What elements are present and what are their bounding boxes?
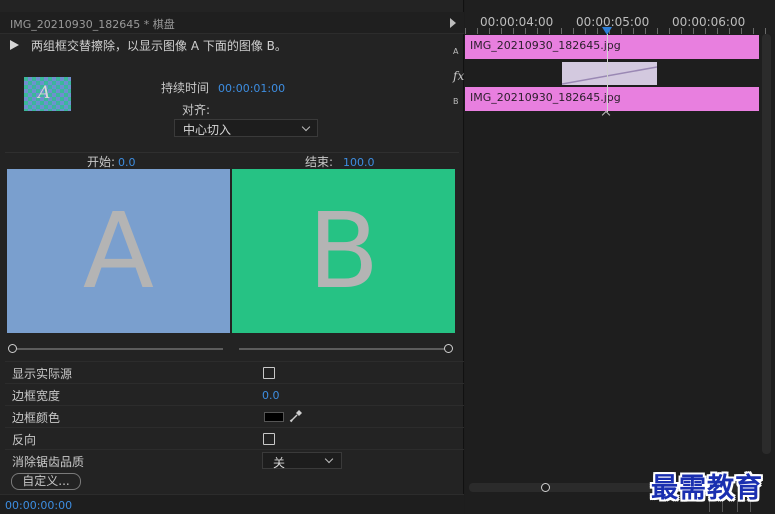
transition-ramp [562,66,657,85]
chevron-down-icon [324,454,334,464]
show-actual-sources-checkbox[interactable] [263,367,275,379]
custom-button[interactable]: 自定义... [11,473,81,490]
mini-timeline: 00:00:04:00 00:00:05:00 00:00:06:00 IMG_… [453,0,775,514]
property-row-antialias-quality: 消除锯齿品质 关 [5,449,464,471]
thumbnail-glyph: A [38,83,51,103]
border-color-swatch[interactable] [264,412,284,422]
antialias-quality-dropdown[interactable]: 关 [262,452,342,470]
play-preview-icon[interactable] [10,40,19,50]
clip-track-a[interactable]: IMG_20210930_182645.jpg [465,35,759,59]
border-color-label: 边框颜色 [12,411,61,425]
end-slider-track[interactable] [239,348,445,350]
clip-b-name: IMG_20210930_182645.jpg [470,91,621,104]
end-label: 结束: [305,155,334,169]
property-row-border-width: 边框宽度 0.0 [5,383,464,405]
antialias-quality-label: 消除锯齿品质 [12,455,85,469]
panel-menu-icon[interactable] [450,18,456,28]
clip-track-b[interactable]: IMG_20210930_182645.jpg [465,87,759,111]
transition-description-row: 两组框交替擦除，以显示图像 A 下面的图像 B。 [10,37,287,53]
ruler-label: 00:00:06:00 [672,15,746,29]
end-value[interactable]: 100.0 [343,156,375,169]
current-timecode[interactable]: 00:00:00:00 [5,499,72,512]
chevron-up-icon [601,110,611,120]
watermark-logo: 最需教育 [651,473,763,504]
preview-a: A [7,169,230,333]
start-slider-track[interactable] [17,348,223,350]
transition-thumbnail: A [24,77,71,111]
ruler-ticks [465,28,775,34]
track-a-label: A [453,47,459,56]
bottom-bar: 00:00:00:00 [0,494,464,514]
start-slider-handle[interactable] [8,344,17,353]
panel-title: IMG_20210930_182645 * 棋盘 [10,18,175,31]
vertical-scrollbar[interactable] [762,34,771,454]
property-row-show-actual-sources: 显示实际源 [5,361,464,383]
start-label: 开始: [87,155,116,169]
playhead-line[interactable] [607,34,608,112]
chevron-down-icon [301,122,311,132]
transition-description: 两组框交替擦除，以显示图像 A 下面的图像 B。 [31,38,287,53]
property-row-reverse: 反向 [5,427,464,449]
alignment-label: 对齐: [182,103,211,117]
border-width-value[interactable]: 0.0 [262,389,280,402]
reverse-checkbox[interactable] [263,433,275,445]
ruler-label: 00:00:05:00 [576,15,650,29]
time-ruler[interactable]: 00:00:04:00 00:00:05:00 00:00:06:00 [465,0,775,34]
duration-label: 持续时间 [161,81,210,95]
track-b-label: B [453,97,459,106]
show-actual-sources-label: 显示实际源 [12,367,73,381]
preview-a-letter: A [82,190,155,312]
eyedropper-icon[interactable] [289,409,303,423]
ruler-label: 00:00:04:00 [480,15,554,29]
effect-controls-panel: IMG_20210930_182645 * 棋盘 两组框交替擦除，以显示图像 A… [0,0,464,514]
reverse-label: 反向 [12,433,37,447]
end-slider-handle[interactable] [444,344,453,353]
alignment-dropdown[interactable]: 中心切入 [174,119,318,137]
start-value[interactable]: 0.0 [118,156,136,169]
alignment-value: 中心切入 [183,123,232,137]
preview-b-letter: B [307,190,380,312]
fx-icon: fx [453,69,465,83]
transition-clip[interactable] [562,62,657,85]
zoom-scroll-handle[interactable] [541,483,550,492]
duration-value[interactable]: 00:00:01:00 [218,82,285,95]
preview-b: B [232,169,455,333]
transition-properties: 显示实际源 边框宽度 0.0 边框颜色 反向 消除锯齿品质 关 [5,361,464,471]
antialias-quality-value: 关 [273,456,286,470]
divider [5,152,459,153]
panel-header: IMG_20210930_182645 * 棋盘 [0,12,464,34]
clip-a-name: IMG_20210930_182645.jpg [470,39,621,52]
property-row-border-color: 边框颜色 [5,405,464,427]
border-width-label: 边框宽度 [12,389,61,403]
